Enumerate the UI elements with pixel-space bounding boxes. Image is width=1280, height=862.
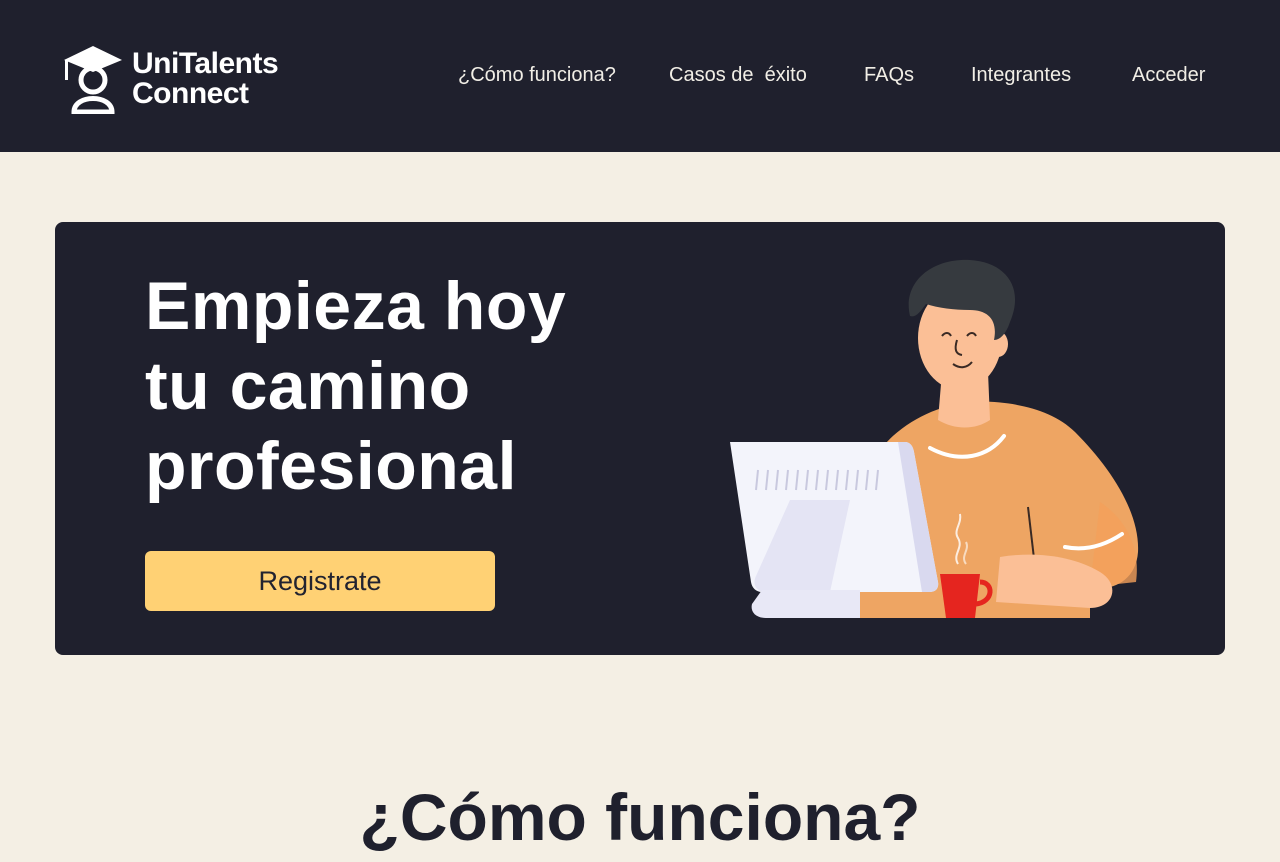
nav-link-casos-exito[interactable]: Casos de éxito bbox=[669, 62, 807, 88]
hero-title-line-2: tu camino bbox=[145, 348, 471, 424]
graduate-person-icon bbox=[62, 44, 124, 114]
section-title-como-funciona: ¿Cómo funciona? bbox=[359, 780, 921, 854]
top-navbar: UniTalents Connect ¿Cómo funciona? Casos… bbox=[0, 0, 1280, 152]
hero-banner: Empieza hoy tu camino profesional Regist… bbox=[55, 222, 1225, 655]
nav-link-acceder[interactable]: Acceder bbox=[1132, 62, 1205, 88]
brand-name-line1: UniTalents bbox=[132, 47, 279, 80]
hero-title-line-3: profesional bbox=[145, 428, 517, 504]
brand-logo[interactable]: UniTalents Connect bbox=[62, 44, 279, 114]
nav-link-faqs[interactable]: FAQs bbox=[864, 62, 914, 88]
nav-link-como-funciona[interactable]: ¿Cómo funciona? bbox=[458, 62, 616, 88]
nav-link-integrantes[interactable]: Integrantes bbox=[971, 62, 1071, 88]
hero-title-line-1: Empieza hoy bbox=[145, 268, 567, 344]
brand-name: UniTalents Connect bbox=[132, 47, 279, 110]
hero-title: Empieza hoy tu camino profesional bbox=[145, 266, 566, 506]
hero-illustration bbox=[670, 252, 1200, 632]
brand-name-line2: Connect bbox=[132, 77, 249, 110]
register-button[interactable]: Registrate bbox=[145, 551, 495, 611]
